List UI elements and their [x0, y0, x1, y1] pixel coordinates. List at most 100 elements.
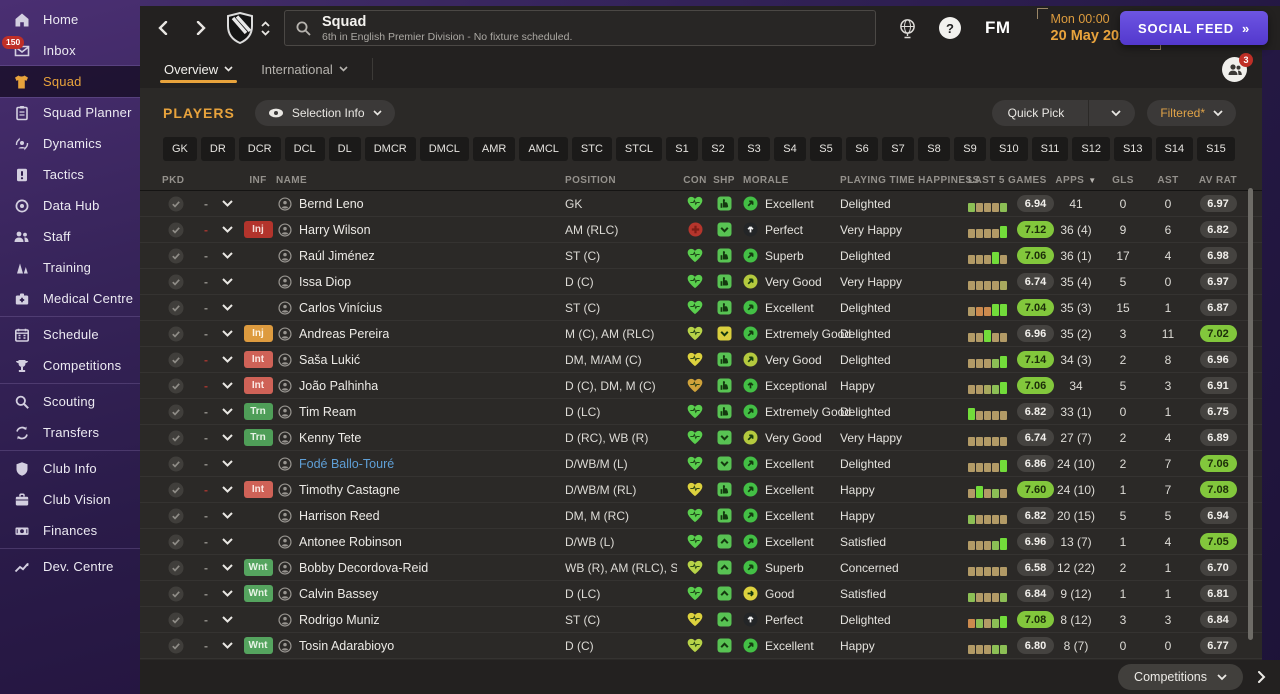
row-actions-dropdown[interactable]: [214, 538, 240, 545]
row-actions-dropdown[interactable]: [214, 252, 240, 259]
picked-checkbox[interactable]: [154, 534, 198, 550]
player-name-cell[interactable]: Raúl Jiménez: [276, 249, 565, 263]
sidebar-item-data-hub[interactable]: Data Hub: [0, 190, 140, 221]
sidebar-item-dynamics[interactable]: Dynamics: [0, 128, 140, 159]
picked-checkbox[interactable]: [154, 404, 198, 420]
player-name-cell[interactable]: Harry Wilson: [276, 223, 565, 237]
picked-checkbox[interactable]: [154, 248, 198, 264]
picked-checkbox[interactable]: [154, 222, 198, 238]
sidebar-item-club-info[interactable]: Club Info: [0, 453, 140, 484]
player-name-cell[interactable]: Kenny Tete: [276, 431, 565, 445]
col-con[interactable]: CON: [677, 175, 713, 186]
row-actions-dropdown[interactable]: [214, 642, 240, 649]
player-row[interactable]: - Int João Palhinha D (C), DM, M (C) Excepti…: [140, 373, 1262, 399]
player-name-cell[interactable]: Issa Diop: [276, 275, 565, 289]
player-row[interactable]: - Trn Kenny Tete D (RC), WB (R) Very Good Ver…: [140, 425, 1262, 451]
col-name[interactable]: NAME: [276, 175, 565, 186]
position-filter-s6[interactable]: S6: [846, 137, 879, 161]
col-gls[interactable]: GLS: [1098, 175, 1148, 186]
sidebar-item-finances[interactable]: Finances: [0, 515, 140, 546]
picked-checkbox[interactable]: [154, 638, 198, 654]
next-panel-button[interactable]: [1257, 671, 1266, 683]
position-filter-dmcl[interactable]: DMCL: [419, 137, 469, 161]
col-morale[interactable]: MORALE: [735, 175, 840, 186]
row-actions-dropdown[interactable]: [214, 330, 240, 337]
selection-info-dropdown[interactable]: Selection Info: [254, 100, 395, 126]
col-position[interactable]: POSITION: [565, 175, 677, 186]
row-actions-dropdown[interactable]: [214, 486, 240, 493]
tab-international[interactable]: International: [257, 50, 352, 88]
player-row[interactable]: - Int Timothy Castagne D/WB/M (RL) Excellent…: [140, 477, 1262, 503]
position-filter-dcl[interactable]: DCL: [284, 137, 325, 161]
col-last-5-games[interactable]: LAST 5 GAMES: [968, 175, 1054, 186]
position-filter-s13[interactable]: S13: [1113, 137, 1152, 161]
player-row[interactable]: - Bernd Leno GK Excellent Delighted 6.94 41 0 0 6…: [140, 191, 1262, 217]
filtered-dropdown[interactable]: Filtered*: [1147, 100, 1236, 126]
col-av-rat[interactable]: AV RAT: [1188, 175, 1248, 186]
position-filter-dl[interactable]: DL: [328, 137, 361, 161]
fm-menu-button[interactable]: FM: [985, 18, 1011, 38]
sidebar-item-inbox[interactable]: 150 Inbox: [0, 35, 140, 66]
col-shp[interactable]: SHP: [713, 175, 735, 186]
picked-checkbox[interactable]: [154, 612, 198, 628]
player-row[interactable]: - Carlos Vinícius ST (C) Excellent Delighted…: [140, 295, 1262, 321]
picked-checkbox[interactable]: [154, 326, 198, 342]
row-actions-dropdown[interactable]: [214, 200, 240, 207]
club-badge[interactable]: [226, 12, 254, 44]
player-row[interactable]: - Antonee Robinson D/WB (L) Excellent Satisf…: [140, 529, 1262, 555]
tab-overview[interactable]: Overview: [160, 50, 238, 88]
player-name-cell[interactable]: Timothy Castagne: [276, 483, 565, 497]
row-actions-dropdown[interactable]: [214, 408, 240, 415]
position-filter-s8[interactable]: S8: [918, 137, 951, 161]
player-row[interactable]: - Int Saša Lukić DM, M/AM (C) Very Good Delig…: [140, 347, 1262, 373]
forward-button[interactable]: [186, 13, 216, 43]
player-row[interactable]: - Rodrigo Muniz ST (C) Perfect Delighted 7.08…: [140, 607, 1262, 633]
position-filter-stcl[interactable]: STCL: [615, 137, 663, 161]
picked-checkbox[interactable]: [154, 274, 198, 290]
player-name-cell[interactable]: Bernd Leno: [276, 197, 565, 211]
row-actions-dropdown[interactable]: [214, 434, 240, 441]
player-row[interactable]: - Wnt Bobby Decordova-Reid WB (R), AM (RLC)…: [140, 555, 1262, 581]
player-row[interactable]: - Fodé Ballo-Touré D/WB/M (L) Excellent Deli…: [140, 451, 1262, 477]
position-filter-amr[interactable]: AMR: [472, 137, 516, 161]
position-filter-s3[interactable]: S3: [738, 137, 771, 161]
sidebar-item-squad-planner[interactable]: Squad Planner: [0, 97, 140, 128]
row-actions-dropdown[interactable]: [214, 356, 240, 363]
quick-pick-dropdown[interactable]: [1097, 100, 1135, 126]
sidebar-item-staff[interactable]: Staff: [0, 221, 140, 252]
picked-checkbox[interactable]: [154, 196, 198, 212]
row-actions-dropdown[interactable]: [214, 512, 240, 519]
player-name-cell[interactable]: Saša Lukić: [276, 353, 565, 367]
sidebar-item-transfers[interactable]: Transfers: [0, 417, 140, 448]
picked-checkbox[interactable]: [154, 586, 198, 602]
position-filter-dmcr[interactable]: DMCR: [364, 137, 416, 161]
player-row[interactable]: - Inj Andreas Pereira M (C), AM (RLC) Extrem…: [140, 321, 1262, 347]
sidebar-item-medical-centre[interactable]: Medical Centre: [0, 283, 140, 314]
player-name-cell[interactable]: Andreas Pereira: [276, 327, 565, 341]
vertical-scrollbar[interactable]: [1248, 188, 1253, 640]
player-name-cell[interactable]: Carlos Vinícius: [276, 301, 565, 315]
player-row[interactable]: - Raúl Jiménez ST (C) Superb Delighted 7.06 36…: [140, 243, 1262, 269]
help-button[interactable]: ?: [939, 17, 961, 39]
col-playing-time-happiness[interactable]: PLAYING TIME HAPPINESS: [840, 175, 979, 186]
row-actions-dropdown[interactable]: [214, 304, 240, 311]
position-filter-s10[interactable]: S10: [990, 137, 1028, 161]
picked-checkbox[interactable]: [154, 430, 198, 446]
sidebar-item-schedule[interactable]: Schedule: [0, 319, 140, 350]
competitions-dropdown[interactable]: Competitions: [1118, 664, 1243, 690]
player-name-cell[interactable]: Harrison Reed: [276, 509, 565, 523]
sidebar-item-tactics[interactable]: Tactics: [0, 159, 140, 190]
player-name-cell[interactable]: Rodrigo Muniz: [276, 613, 565, 627]
sidebar-item-scouting[interactable]: Scouting: [0, 386, 140, 417]
position-filter-s11[interactable]: S11: [1031, 137, 1069, 161]
position-filter-s9[interactable]: S9: [954, 137, 987, 161]
search-bar[interactable]: Squad 6th in English Premier Division - …: [284, 10, 876, 46]
row-actions-dropdown[interactable]: [214, 590, 240, 597]
row-actions-dropdown[interactable]: [214, 564, 240, 571]
col-ast[interactable]: AST: [1148, 175, 1188, 186]
player-row[interactable]: - Trn Tim Ream D (LC) Extremely Good Delighte…: [140, 399, 1262, 425]
player-row[interactable]: - Issa Diop D (C) Very Good Very Happy 6.74 35…: [140, 269, 1262, 295]
row-actions-dropdown[interactable]: [214, 278, 240, 285]
sidebar-item-training[interactable]: Training: [0, 252, 140, 283]
sidebar-item-dev-centre[interactable]: Dev. Centre: [0, 551, 140, 582]
